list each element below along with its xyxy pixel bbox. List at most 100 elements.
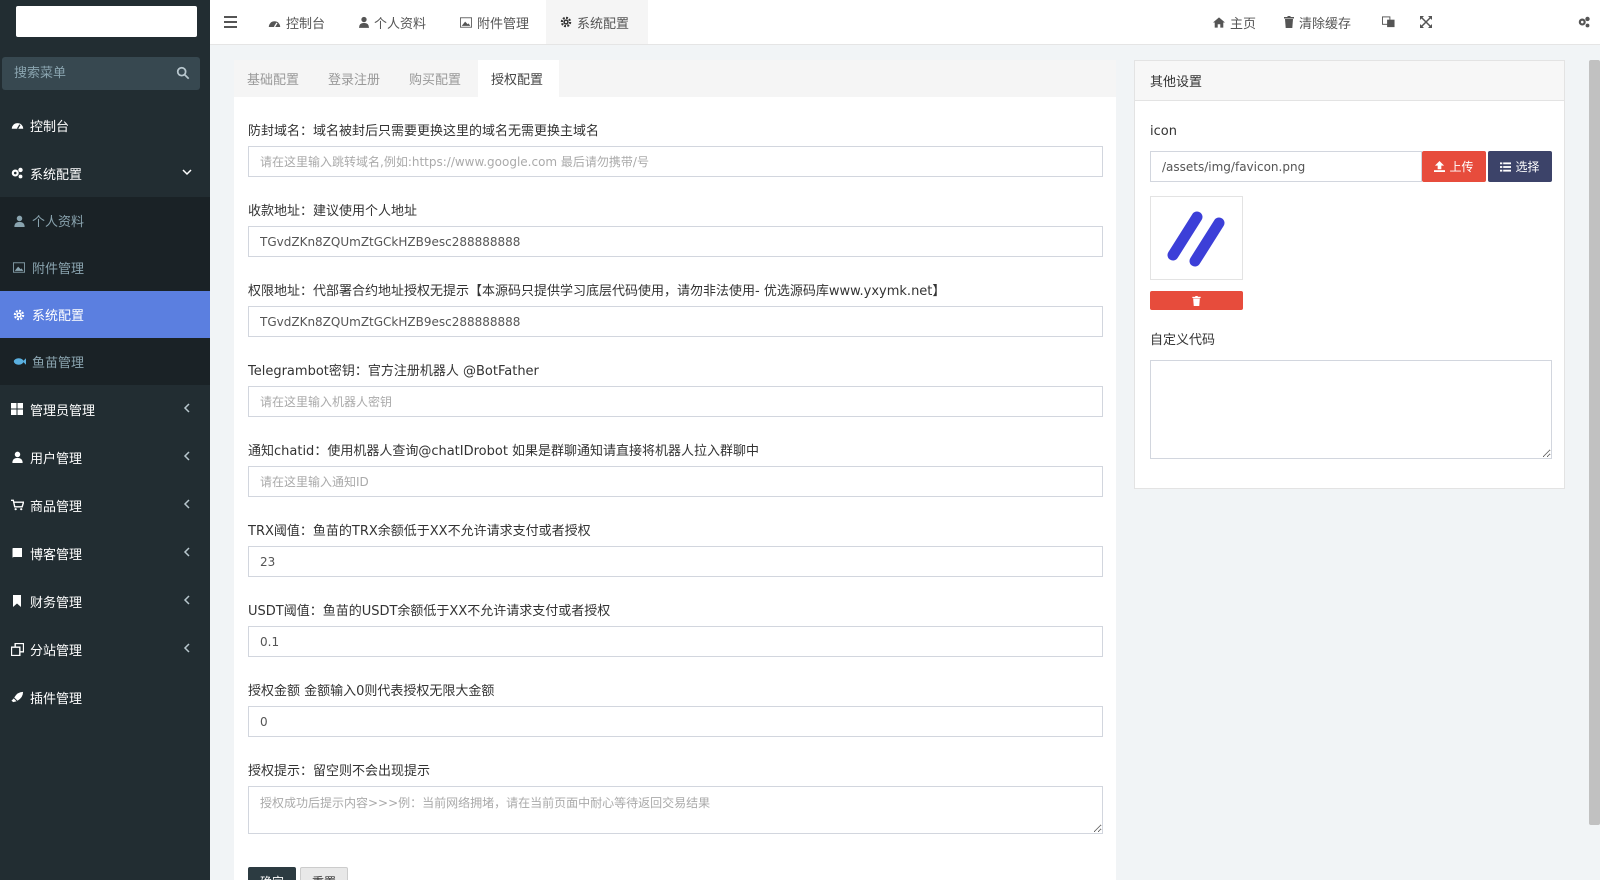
clear-cache-button[interactable]: 清除缓存: [1284, 0, 1351, 44]
submit-button[interactable]: 确定: [248, 867, 296, 880]
sidebar-item-products[interactable]: 商品管理: [0, 481, 210, 529]
sidebar-subitem-system-config[interactable]: 系统配置: [0, 291, 210, 338]
upload-label: 上传: [1449, 160, 1474, 174]
sidebar-item-label: 鱼苗管理: [32, 356, 85, 371]
sidebar-item-label: 财务管理: [30, 595, 83, 611]
sidebar-item-label: 个人资料: [32, 215, 85, 230]
gear-icon: [12, 308, 26, 322]
payee-address-label: 收款地址：建议使用个人地址: [248, 204, 418, 219]
trx-threshold-input[interactable]: [248, 546, 1103, 577]
auth-amount-input[interactable]: [248, 706, 1103, 737]
sidebar-item-finance[interactable]: 财务管理: [0, 577, 210, 625]
top-navbar: 控制台 个人资料 附件管理 系统配置 主页 清除缓存: [210, 0, 1600, 45]
usdt-threshold-input[interactable]: [248, 626, 1103, 657]
image-icon: [12, 261, 26, 275]
auth-amount-label: 授权金额 金额输入0则代表授权无限大金额: [248, 684, 495, 699]
tab-auth-config[interactable]: 授权配置: [478, 60, 559, 97]
reset-button[interactable]: 重置: [300, 867, 348, 880]
home-icon: [1213, 16, 1225, 28]
sidebar-item-label: 插件管理: [30, 691, 83, 707]
favicon-image: [1167, 211, 1224, 267]
rocket-icon: [10, 690, 24, 704]
chevron-left-icon: [183, 403, 190, 413]
logo[interactable]: [16, 6, 197, 37]
permission-address-label: 权限地址：代部署合约地址授权无提示【本源码只提供学习底层代码使用，请勿非法使用-…: [248, 284, 946, 299]
upload-icon: [1434, 161, 1446, 172]
tab-label: 控制台: [286, 16, 326, 32]
tab-attachments[interactable]: 附件管理: [452, 0, 537, 44]
other-settings-title: 其他设置: [1135, 61, 1564, 101]
scrollbar[interactable]: [1589, 60, 1600, 825]
user-icon: [359, 16, 369, 28]
permission-address-input[interactable]: [248, 306, 1103, 337]
windows-icon: [10, 402, 24, 416]
chevron-left-icon: [183, 547, 190, 557]
other-settings-panel: 其他设置 icon 上传 选择 自定义代码: [1134, 60, 1565, 489]
icon-path-input[interactable]: [1150, 151, 1422, 182]
select-button[interactable]: 选择: [1488, 151, 1552, 182]
sidebar-item-users[interactable]: 用户管理: [0, 433, 210, 481]
telegram-key-input[interactable]: [248, 386, 1103, 417]
search-icon[interactable]: [176, 66, 190, 80]
tab-basic-config[interactable]: 基础配置: [247, 60, 299, 97]
settings-button[interactable]: [1577, 0, 1591, 44]
cogs-icon: [1578, 16, 1590, 28]
tab-label: 基础配置: [247, 73, 300, 88]
sidebar-item-label: 分站管理: [30, 643, 83, 659]
domain-label: 防封域名：域名被封后只需要更换这里的域名无需更换主域名: [248, 124, 600, 139]
fullscreen-icon: [1420, 16, 1432, 28]
tab-purchase-config[interactable]: 购买配置: [409, 60, 461, 97]
sidebar-item-blog[interactable]: 博客管理: [0, 529, 210, 577]
dashboard-icon: [268, 20, 281, 27]
image-icon: [460, 16, 472, 28]
home-link[interactable]: 主页: [1213, 0, 1256, 44]
sidebar-item-label: 管理员管理: [30, 403, 96, 419]
clear-cache-label: 清除缓存: [1299, 16, 1352, 32]
sidebar: 控制台 系统配置 个人资料 附件管理 系统配置 鱼苗管理: [0, 0, 210, 880]
chatid-label: 通知chatid：使用机器人查询@chatIDrobot 如果是群聊通知请直接将…: [248, 444, 760, 459]
tab-label: 系统配置: [577, 16, 630, 32]
tab-dashboard[interactable]: 控制台: [260, 0, 333, 44]
hamburger-icon: [224, 16, 237, 28]
delete-icon-button[interactable]: [1150, 291, 1243, 310]
telegram-key-label: Telegrambot密钥：官方注册机器人 @BotFather: [248, 364, 539, 379]
tab-system-config[interactable]: 系统配置: [546, 0, 648, 44]
sidebar-toggle[interactable]: [224, 0, 237, 44]
sidebar-item-dashboard[interactable]: 控制台: [0, 101, 210, 149]
tab-label: 登录注册: [328, 73, 381, 88]
sidebar-item-plugins[interactable]: 插件管理: [0, 673, 210, 721]
trx-threshold-label: TRX阈值：鱼苗的TRX余额低于XX不允许请求支付或者授权: [248, 524, 591, 539]
gear-icon: [560, 16, 572, 28]
domain-input[interactable]: [248, 146, 1103, 177]
cogs-icon: [10, 166, 24, 180]
chevron-down-icon: [182, 169, 192, 176]
menu-search: [2, 57, 200, 90]
fullscreen-button[interactable]: [1420, 0, 1432, 44]
sidebar-menu: 控制台 系统配置 个人资料 附件管理 系统配置 鱼苗管理 管理员管理 用户管理 …: [0, 101, 210, 721]
chevron-left-icon: [183, 643, 190, 653]
language-button[interactable]: [1382, 0, 1395, 44]
sidebar-subitem-fish[interactable]: 鱼苗管理: [0, 338, 210, 385]
sidebar-item-label: 系统配置: [30, 167, 83, 183]
tab-profile[interactable]: 个人资料: [351, 0, 434, 44]
upload-button[interactable]: 上传: [1422, 151, 1486, 182]
custom-code-textarea[interactable]: [1150, 360, 1552, 459]
home-label: 主页: [1230, 16, 1257, 32]
usdt-threshold-label: USDT阈值：鱼苗的USDT余额低于XX不允许请求支付或者授权: [248, 604, 611, 619]
sidebar-item-label: 用户管理: [30, 451, 83, 467]
auth-hint-textarea[interactable]: [248, 786, 1103, 834]
sidebar-subitem-profile[interactable]: 个人资料: [0, 197, 210, 244]
tab-login-register[interactable]: 登录注册: [328, 60, 380, 97]
icon-label: icon: [1150, 124, 1177, 139]
sidebar-subitem-attachments[interactable]: 附件管理: [0, 244, 210, 291]
sidebar-item-label: 附件管理: [32, 262, 85, 277]
sidebar-item-substations[interactable]: 分站管理: [0, 625, 210, 673]
menu-search-input[interactable]: [2, 57, 200, 90]
chatid-input[interactable]: [248, 466, 1103, 497]
sidebar-item-system-config[interactable]: 系统配置: [0, 149, 210, 197]
sidebar-item-admin[interactable]: 管理员管理: [0, 385, 210, 433]
payee-address-input[interactable]: [248, 226, 1103, 257]
select-label: 选择: [1515, 160, 1540, 174]
config-tabs: 基础配置 登录注册 购买配置 授权配置: [234, 60, 1116, 97]
sidebar-item-label: 商品管理: [30, 499, 83, 515]
